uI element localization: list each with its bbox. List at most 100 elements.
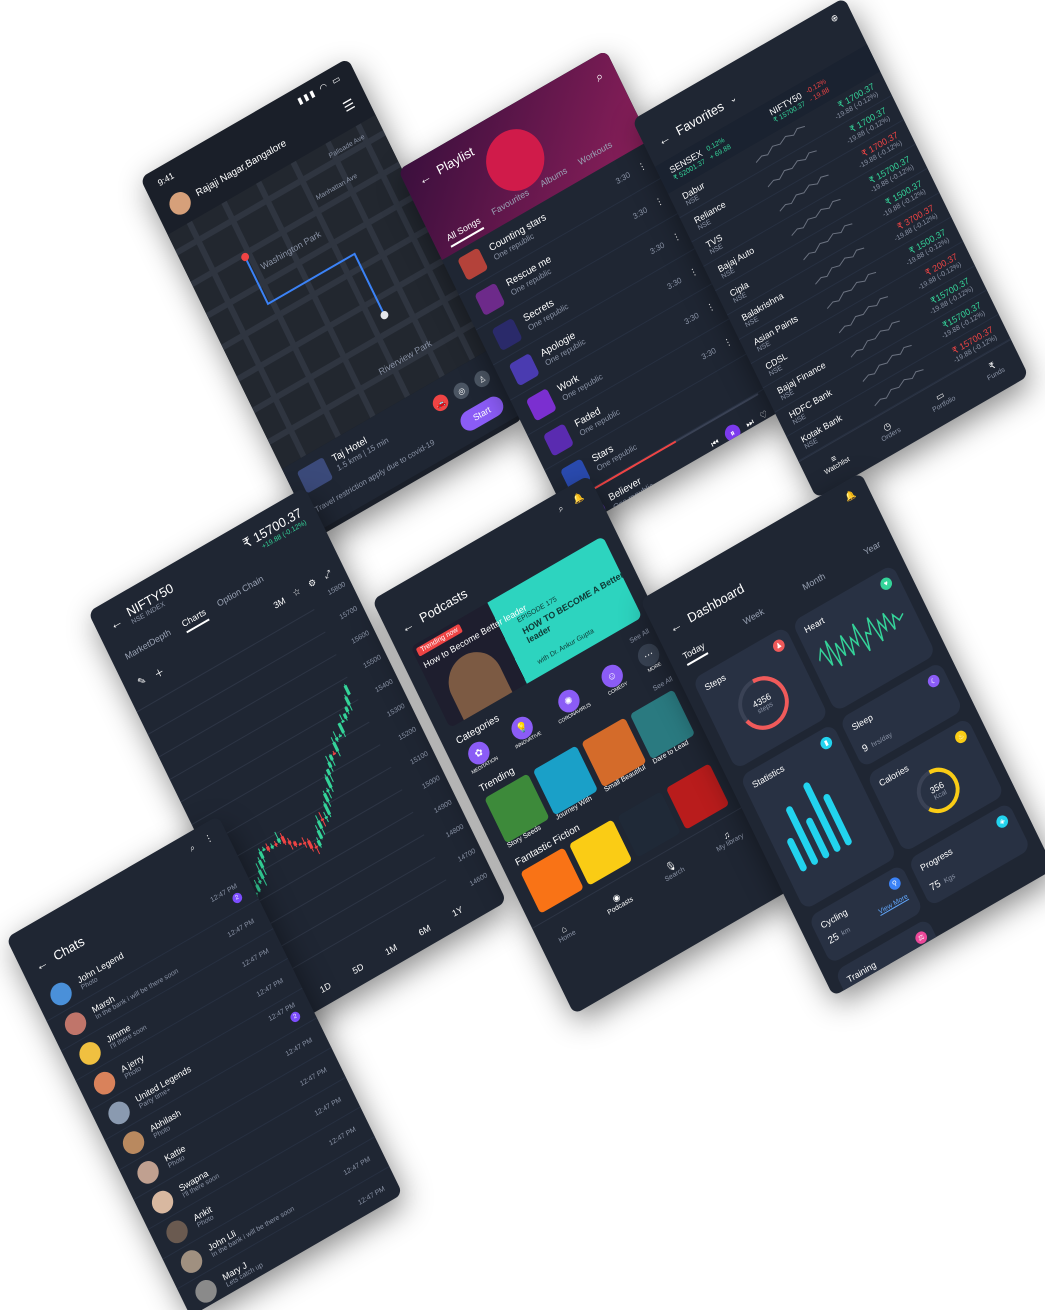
candle-body bbox=[270, 845, 275, 849]
candle-body bbox=[316, 839, 322, 847]
avatar bbox=[90, 1067, 119, 1099]
candle-body bbox=[302, 841, 307, 845]
pause-icon[interactable]: ⏸ bbox=[722, 421, 743, 445]
song-artwork bbox=[542, 423, 575, 457]
candle-body bbox=[287, 840, 292, 845]
bike-icon[interactable]: ◎ bbox=[450, 379, 472, 403]
next-icon[interactable]: ⏭ bbox=[744, 416, 756, 430]
nav-watchlist[interactable]: ≡ Watchlist bbox=[819, 447, 850, 476]
heart-icon[interactable]: ♡ bbox=[758, 408, 770, 422]
back-arrow-icon[interactable]: ← bbox=[667, 616, 685, 636]
candle-body bbox=[265, 845, 271, 851]
nav-podcasts[interactable]: ◉ Podcasts bbox=[602, 886, 634, 916]
candle-body bbox=[332, 752, 337, 756]
axis-tick-label: 14700 bbox=[456, 847, 477, 864]
axis-tick-label: 15300 bbox=[385, 702, 406, 719]
unread-badge: 2 bbox=[288, 1009, 302, 1024]
car-icon[interactable]: 🚗 bbox=[430, 391, 452, 415]
grid-line bbox=[213, 766, 392, 871]
axis-tick-label: 15700 bbox=[338, 605, 359, 622]
more-icon[interactable]: ⋮ bbox=[704, 300, 717, 314]
chat-time: 12:47 PM bbox=[356, 1185, 387, 1207]
avatar bbox=[177, 1246, 206, 1277]
more-icon[interactable]: ⋮ bbox=[670, 230, 683, 244]
period-1d[interactable]: 1D bbox=[318, 980, 332, 995]
menu-icon[interactable]: ☰ bbox=[341, 96, 358, 116]
nav-home[interactable]: ⌂ Home bbox=[553, 920, 577, 944]
expand-icon[interactable]: ⤢ bbox=[322, 568, 333, 582]
add-icon[interactable]: ⊕ bbox=[829, 12, 840, 26]
search-icon[interactable]: ⌕ bbox=[188, 842, 197, 854]
candle-body bbox=[292, 841, 298, 847]
avatar bbox=[46, 978, 76, 1010]
nav-search[interactable]: 🎙 Search bbox=[659, 856, 686, 884]
chevron-down-icon[interactable]: ⌄ bbox=[727, 92, 738, 106]
pencil-icon[interactable]: ✎ bbox=[136, 675, 148, 689]
candle-body bbox=[342, 713, 348, 720]
avatar bbox=[75, 1038, 105, 1069]
previous-icon[interactable]: ⏮ bbox=[709, 436, 721, 450]
nav-library[interactable]: ♫ My library bbox=[711, 823, 744, 854]
song-artwork bbox=[525, 387, 558, 422]
candle-body bbox=[262, 848, 266, 852]
period-1y[interactable]: 1Y bbox=[451, 904, 465, 919]
back-arrow-icon[interactable]: ← bbox=[416, 168, 434, 188]
more-icon[interactable]: ⋮ bbox=[636, 159, 649, 173]
more-icon[interactable]: ⋮ bbox=[721, 335, 734, 349]
axis-tick-label: 15100 bbox=[409, 750, 430, 767]
song-artwork bbox=[508, 352, 540, 387]
nav-funds[interactable]: ₹ Funds bbox=[982, 356, 1006, 383]
candle-body bbox=[255, 884, 261, 892]
chat-time: 12:47 PM bbox=[327, 1125, 358, 1147]
nav-orders[interactable]: ◷ Orders bbox=[876, 417, 903, 444]
avatar bbox=[133, 1156, 163, 1188]
candle-body bbox=[323, 792, 330, 803]
avatar bbox=[191, 1275, 221, 1307]
search-icon[interactable]: ⌕ bbox=[593, 68, 606, 86]
song-artwork bbox=[457, 247, 489, 282]
status-time: 9:41 bbox=[155, 169, 176, 188]
song-artwork bbox=[491, 317, 523, 352]
candle-body bbox=[258, 850, 265, 860]
candle-body bbox=[298, 842, 303, 846]
period-1m[interactable]: 1M bbox=[383, 942, 398, 957]
back-arrow-icon[interactable]: ← bbox=[399, 616, 417, 636]
chats-title: Chats bbox=[50, 933, 87, 964]
candle-body bbox=[258, 879, 262, 884]
tab-year[interactable]: Year bbox=[862, 539, 884, 562]
song-duration: 3:30 bbox=[682, 310, 701, 327]
song-duration: 3:30 bbox=[648, 239, 666, 256]
chat-time: 12:47 PM bbox=[313, 1095, 343, 1118]
more-icon[interactable]: ⋮ bbox=[687, 265, 700, 279]
star-icon[interactable]: ☆ bbox=[291, 586, 303, 600]
back-arrow-icon[interactable]: ← bbox=[655, 129, 673, 149]
axis-tick-label: 15400 bbox=[374, 677, 395, 695]
song-artwork bbox=[474, 282, 506, 317]
candle-body bbox=[327, 761, 333, 769]
candle-wick bbox=[332, 731, 339, 743]
back-arrow-icon[interactable]: ← bbox=[107, 613, 125, 633]
range-selector[interactable]: 3M bbox=[272, 595, 287, 610]
period-5d[interactable]: 5D bbox=[351, 961, 365, 976]
user-avatar bbox=[165, 187, 195, 219]
more-icon[interactable]: ⋮ bbox=[653, 194, 666, 208]
candle-body bbox=[341, 719, 345, 724]
walk-icon[interactable]: ♙ bbox=[471, 367, 493, 391]
grid-line bbox=[191, 721, 370, 826]
progress-unit: Kgs bbox=[943, 872, 957, 886]
plus-icon[interactable]: ＋ bbox=[151, 663, 166, 681]
hotel-thumbnail bbox=[296, 457, 334, 494]
back-arrow-icon[interactable]: ← bbox=[33, 954, 51, 974]
unread-badge: 2 bbox=[230, 890, 244, 905]
song-duration: 3:30 bbox=[631, 204, 649, 221]
nav-portfolio[interactable]: ▭ Portfolio bbox=[927, 385, 957, 414]
avatar bbox=[148, 1186, 177, 1218]
grid-line bbox=[202, 744, 381, 848]
indicator-icon[interactable]: ⚙ bbox=[307, 576, 319, 590]
period-6m[interactable]: 6M bbox=[417, 923, 432, 938]
candle-body bbox=[344, 696, 351, 706]
progress-value: 75 bbox=[928, 878, 943, 894]
song-duration: 3:30 bbox=[699, 345, 718, 362]
sleep-unit: hrs/day bbox=[870, 731, 894, 750]
search-icon[interactable]: ⌕ bbox=[556, 503, 565, 515]
